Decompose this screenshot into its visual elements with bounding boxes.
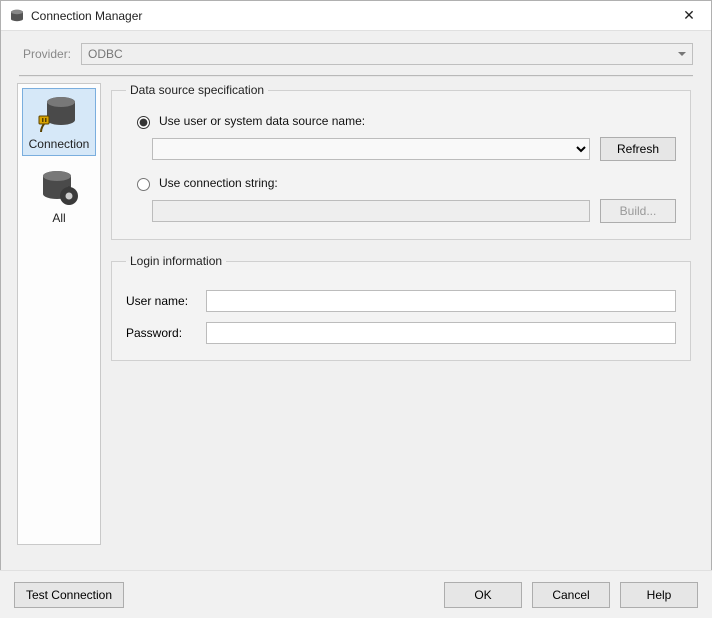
radio-connection-string[interactable] (137, 178, 150, 191)
nav-item-label: All (52, 211, 65, 225)
login-group: Login information User name: Password: (111, 254, 691, 361)
password-label: Password: (126, 326, 198, 340)
provider-label: Provider: (23, 47, 71, 61)
help-button[interactable]: Help (620, 582, 698, 608)
dsn-select[interactable] (152, 138, 590, 160)
datasource-group: Data source specification Use user or sy… (111, 83, 691, 240)
cs-row: Build... (152, 199, 676, 223)
database-icon (9, 8, 25, 24)
radio-dsn[interactable] (137, 116, 150, 129)
cancel-button[interactable]: Cancel (532, 582, 610, 608)
provider-row: Provider: ODBC (1, 31, 711, 73)
provider-selected-value: ODBC (88, 47, 123, 61)
password-input[interactable] (206, 322, 676, 344)
close-icon: ✕ (683, 7, 695, 24)
dsn-row: Refresh (152, 137, 676, 161)
login-legend: Login information (126, 254, 226, 268)
nav-pane: Connection All (17, 83, 101, 545)
radio-cs-row: Use connection string: (132, 175, 676, 191)
radio-dsn-row: Use user or system data source name: (132, 113, 676, 129)
connection-icon (35, 93, 83, 135)
refresh-button[interactable]: Refresh (600, 137, 676, 161)
nav-item-connection[interactable]: Connection (22, 88, 96, 156)
body: Connection All Data source specification (1, 77, 711, 551)
username-row: User name: (126, 290, 676, 312)
datasource-legend: Data source specification (126, 83, 268, 97)
nav-item-label: Connection (29, 137, 90, 151)
radio-cs-label: Use connection string: (159, 176, 278, 190)
radio-dsn-label: Use user or system data source name: (159, 114, 365, 128)
titlebar: Connection Manager ✕ (1, 1, 711, 31)
test-connection-button[interactable]: Test Connection (14, 582, 124, 608)
close-button[interactable]: ✕ (669, 2, 709, 30)
main-pane: Data source specification Use user or sy… (101, 83, 695, 545)
ok-button[interactable]: OK (444, 582, 522, 608)
window-title: Connection Manager (31, 9, 669, 23)
all-icon (35, 167, 83, 209)
build-button[interactable]: Build... (600, 199, 676, 223)
provider-select[interactable]: ODBC (81, 43, 693, 65)
connection-string-input[interactable] (152, 200, 590, 222)
footer: Test Connection OK Cancel Help (0, 570, 712, 618)
username-label: User name: (126, 294, 198, 308)
password-row: Password: (126, 322, 676, 344)
username-input[interactable] (206, 290, 676, 312)
nav-item-all[interactable]: All (22, 162, 96, 230)
